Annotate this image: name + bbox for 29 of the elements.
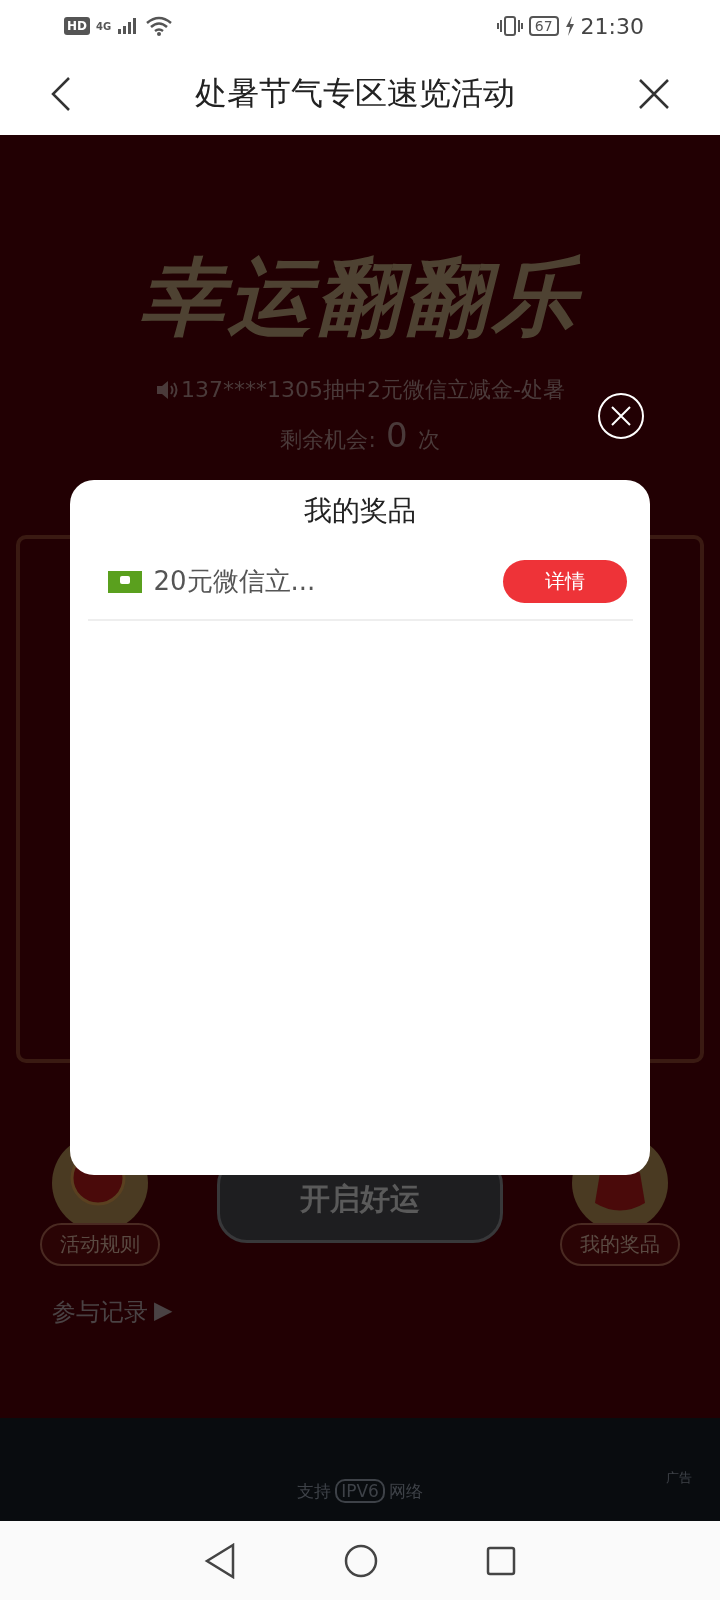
prize-name: 20元微信立... — [153, 565, 317, 598]
home-nav-icon[interactable] — [344, 1543, 378, 1578]
hd-badge: HD — [64, 17, 90, 35]
wifi-icon — [145, 15, 174, 37]
remaining-unit: 次 — [417, 426, 440, 454]
recents-nav-icon[interactable] — [486, 1545, 516, 1576]
side-button[interactable]: 我的奖品 — [560, 1223, 680, 1266]
side-button[interactable]: 活动规则 — [40, 1223, 160, 1266]
speaker-icon — [155, 380, 180, 400]
charging-icon — [564, 16, 575, 36]
dialog-title: 我的奖品 — [304, 493, 416, 529]
winner-ticker: 137****1305抽中2元微信立减金-处暑 — [181, 376, 565, 404]
close-icon[interactable] — [638, 77, 670, 110]
page-title: 处暑节气专区速览活动 — [195, 72, 515, 114]
network-text: 网络 — [388, 1479, 423, 1503]
back-nav-icon[interactable] — [204, 1542, 236, 1579]
records-link[interactable]: 参与记录 — [52, 1296, 148, 1328]
play-arrow[interactable]: ▶ — [154, 1296, 173, 1328]
network-type: 4G — [96, 20, 112, 32]
support-text: 支持 — [297, 1479, 332, 1503]
vibrate-icon — [496, 15, 523, 37]
battery-level: 67 — [528, 16, 559, 36]
clock: 21:30 — [580, 13, 644, 39]
remaining-count: 0 — [385, 415, 408, 455]
ipv6-badge: IPV6 — [335, 1479, 385, 1503]
back-icon[interactable] — [50, 75, 72, 112]
details-button[interactable]: 详情 — [502, 560, 627, 603]
remaining-label: 剩余机会: — [280, 426, 376, 454]
voucher-icon — [107, 570, 142, 593]
